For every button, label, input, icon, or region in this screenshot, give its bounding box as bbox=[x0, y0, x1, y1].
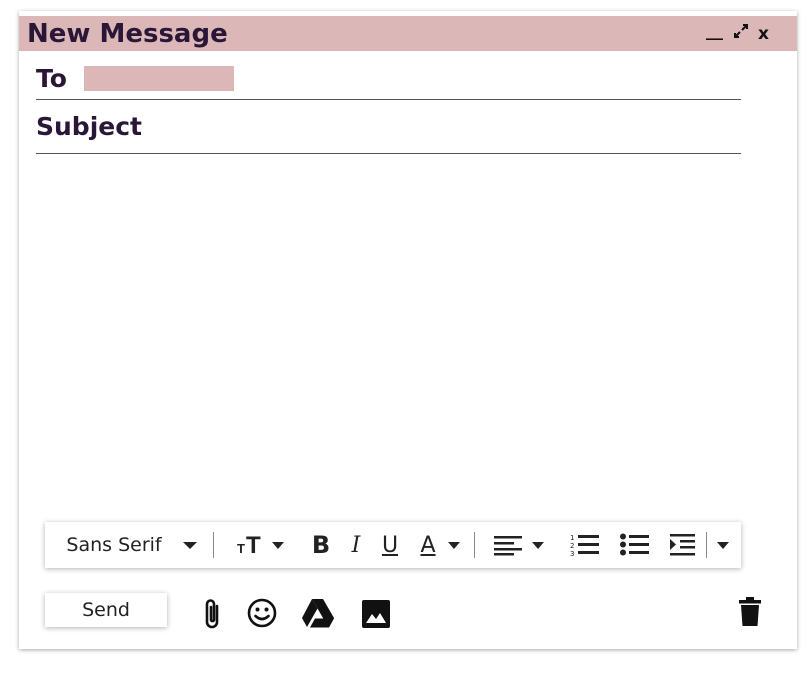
subject-row[interactable]: Subject bbox=[36, 108, 741, 154]
divider bbox=[213, 532, 214, 558]
font-family-select[interactable]: Sans Serif bbox=[57, 522, 207, 568]
align-button[interactable] bbox=[489, 522, 549, 568]
to-label: To bbox=[36, 64, 67, 93]
more-options-button[interactable] bbox=[711, 522, 735, 568]
formatting-toolbar: Sans Serif T T B I U A 1 2 3 bbox=[45, 522, 741, 568]
discard-button[interactable] bbox=[735, 595, 765, 629]
drive-icon bbox=[302, 599, 334, 628]
trash-icon bbox=[739, 597, 761, 626]
svg-text:3: 3 bbox=[570, 550, 574, 558]
numbered-list-icon: 1 2 3 bbox=[570, 534, 599, 558]
bulleted-list-icon bbox=[620, 533, 649, 556]
bulleted-list-button[interactable] bbox=[617, 522, 653, 568]
divider bbox=[474, 532, 475, 558]
attach-button[interactable] bbox=[199, 597, 227, 631]
emoji-icon bbox=[247, 598, 277, 628]
attach-icon bbox=[205, 599, 219, 629]
numbered-list-button[interactable]: 1 2 3 bbox=[567, 522, 603, 568]
chevron-down-icon bbox=[272, 541, 284, 549]
insert-photo-button[interactable] bbox=[359, 597, 393, 631]
italic-button[interactable]: I bbox=[343, 522, 369, 568]
send-button[interactable]: Send bbox=[45, 593, 167, 627]
image-icon bbox=[362, 600, 390, 628]
indent-button[interactable] bbox=[665, 522, 701, 568]
text-color-button[interactable]: A bbox=[415, 522, 441, 568]
title-bar: New Message __ x bbox=[19, 16, 797, 51]
text-size-icon: T T bbox=[237, 533, 261, 557]
emoji-button[interactable] bbox=[245, 596, 279, 630]
expand-icon bbox=[734, 24, 748, 38]
text-color-dropdown[interactable] bbox=[443, 522, 465, 568]
message-body[interactable] bbox=[36, 157, 741, 507]
subject-label: Subject bbox=[36, 112, 142, 141]
chevron-down-icon bbox=[448, 541, 460, 549]
more-options-icon bbox=[717, 541, 729, 549]
chevron-down-icon bbox=[182, 542, 197, 549]
divider bbox=[706, 532, 707, 558]
svg-text:2: 2 bbox=[570, 542, 574, 550]
recipient-chip[interactable] bbox=[84, 66, 234, 91]
underline-button[interactable]: U bbox=[376, 522, 404, 568]
drive-button[interactable] bbox=[300, 596, 336, 630]
minimize-button[interactable]: __ bbox=[706, 21, 723, 41]
expand-button[interactable] bbox=[732, 22, 750, 45]
align-left-icon bbox=[494, 536, 522, 556]
font-size-button[interactable]: T T bbox=[230, 522, 290, 568]
svg-text:T: T bbox=[237, 541, 245, 556]
window-title: New Message bbox=[27, 19, 228, 49]
bold-button[interactable]: B bbox=[306, 522, 336, 568]
indent-icon bbox=[670, 534, 695, 556]
to-row[interactable]: To bbox=[36, 59, 741, 100]
close-button[interactable]: x bbox=[758, 24, 769, 44]
svg-text:1: 1 bbox=[570, 534, 574, 542]
svg-text:T: T bbox=[246, 533, 261, 557]
font-family-value: Sans Serif bbox=[66, 534, 162, 556]
compose-window: New Message __ x To Subject Sans Serif T… bbox=[19, 11, 797, 649]
chevron-down-icon bbox=[532, 541, 544, 549]
